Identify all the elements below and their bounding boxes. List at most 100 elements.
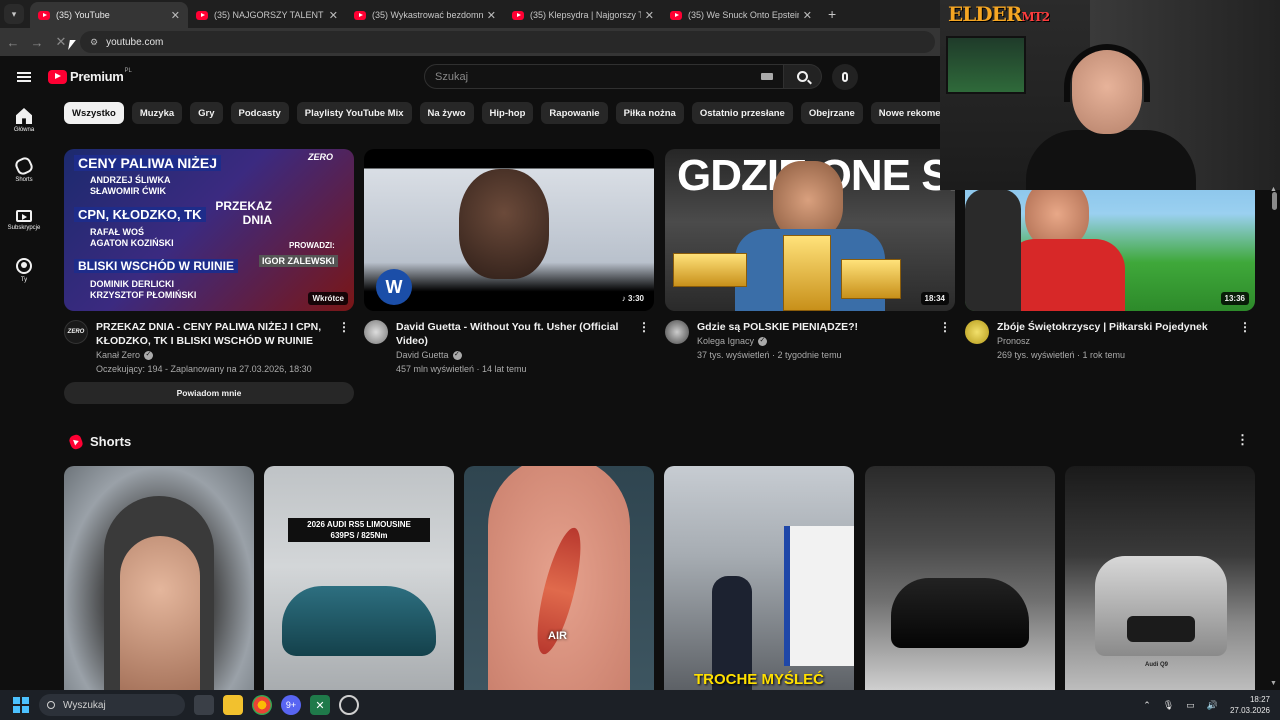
close-tab-icon[interactable]: ✕ xyxy=(803,9,812,22)
short-card[interactable] xyxy=(64,466,254,690)
video-thumbnail[interactable]: W ♪ 3:30 xyxy=(364,149,654,311)
back-arrow-icon[interactable]: ← xyxy=(2,35,24,50)
browser-tab[interactable]: (35) We Snuck Onto Epstein's Is ✕ xyxy=(662,2,820,28)
channel-avatar[interactable]: ZERO xyxy=(64,320,88,344)
car-figure xyxy=(282,586,436,656)
video-title[interactable]: PRZEKAZ DNIA - CENY PALIWA NIŻEJ I CPN, … xyxy=(96,320,332,348)
more-options-icon[interactable]: ⋮ xyxy=(1239,320,1251,334)
channel-avatar[interactable] xyxy=(364,320,388,344)
system-tray: ⌃ 🎙 ▭ 🔊 18:27 27.03.2026 xyxy=(1143,690,1270,720)
channel-name[interactable]: Kolega Ignacy xyxy=(697,336,754,346)
short-card[interactable]: Audi Q9 xyxy=(1065,466,1255,690)
shorts-more-options-icon[interactable]: ⋮ xyxy=(1236,432,1249,448)
search-button[interactable] xyxy=(784,64,822,89)
short-card[interactable]: 2026 AUDI RS5 LIMOUSINE 639PS / 825Nm xyxy=(264,466,454,690)
video-title[interactable]: Gdzie są POLSKIE PIENIĄDZE?! xyxy=(697,320,933,334)
close-tab-icon[interactable]: ✕ xyxy=(487,9,496,22)
taskbar-search[interactable]: Wyszukaj xyxy=(39,694,185,716)
channel-avatar[interactable] xyxy=(965,320,989,344)
hamburger-menu-icon[interactable] xyxy=(17,72,31,82)
video-thumbnail[interactable]: CENY PALIWA NIŻEJ ANDRZEJ ŚLIWKA SŁAWOMI… xyxy=(64,149,354,311)
short-card[interactable] xyxy=(865,466,1055,690)
shorts-icon xyxy=(13,155,35,177)
chip-music[interactable]: Muzyka xyxy=(131,102,183,124)
video-stats: 37 tys. wyświetleń · 2 tygodnie temu xyxy=(697,350,842,360)
home-icon xyxy=(16,108,32,124)
video-title[interactable]: David Guetta - Without You ft. Usher (Of… xyxy=(396,320,632,348)
close-tab-icon[interactable]: ✕ xyxy=(645,9,654,22)
windows-start-icon[interactable] xyxy=(13,697,29,713)
channel-row: Kanał Zero xyxy=(96,350,332,360)
nav-item-you[interactable]: Ty xyxy=(0,250,48,300)
video-duration: ♪ 3:30 xyxy=(617,292,648,305)
chip-new[interactable]: Nowe rekomendacje xyxy=(870,102,940,124)
chip-rap[interactable]: Rapowanie xyxy=(541,102,608,124)
forward-arrow-icon[interactable]: → xyxy=(26,35,48,50)
tab-search-button[interactable]: ▾ xyxy=(4,4,24,24)
verified-check-icon xyxy=(452,350,462,360)
chip-football[interactable]: Piłka nożna xyxy=(615,102,684,124)
video-thumbnail[interactable]: GDZIE ONE SĄ? 18:34 xyxy=(665,149,955,311)
video-title[interactable]: Zbóje Świętokrzyscy | Piłkarski Pojedyne… xyxy=(997,320,1233,334)
clock[interactable]: 18:27 27.03.2026 xyxy=(1230,694,1270,716)
video-stats: 457 mln wyświetleń · 14 lat temu xyxy=(396,364,527,374)
channel-avatar[interactable] xyxy=(665,320,689,344)
notify-me-button[interactable]: Powiadom mnie xyxy=(64,382,354,404)
chip-hiphop[interactable]: Hip-hop xyxy=(481,102,534,124)
scroll-down-arrow-icon[interactable]: ▼ xyxy=(1270,680,1277,687)
browser-tab[interactable]: (35) NAJGORSZY TALENT SHOW ✕ xyxy=(188,2,346,28)
url-field[interactable]: ⚙ youtube.com xyxy=(80,31,935,53)
task-view-icon[interactable] xyxy=(194,695,214,715)
microphone-icon[interactable]: 🎙 xyxy=(1163,700,1174,711)
scrollbar-thumb[interactable] xyxy=(1272,192,1277,210)
nav-item-shorts[interactable]: Shorts xyxy=(0,150,48,200)
video-card[interactable]: W ♪ 3:30 David Guetta - Without You ft. … xyxy=(364,149,654,374)
new-tab-button[interactable]: + xyxy=(820,6,844,28)
thumb-text: RAFAŁ WOŚ xyxy=(90,227,144,237)
chip-games[interactable]: Gry xyxy=(190,102,223,124)
thumb-text: ANDRZEJ ŚLIWKA xyxy=(90,175,171,185)
shorts-logo-icon xyxy=(67,432,85,451)
chip-podcasts[interactable]: Podcasty xyxy=(230,102,289,124)
volume-icon[interactable]: 🔊 xyxy=(1207,700,1218,711)
channel-name[interactable]: David Guetta xyxy=(396,350,449,360)
search-input[interactable]: Szukaj xyxy=(424,64,784,89)
video-card[interactable]: GDZIE ONE SĄ? 18:34 Gdzie są POLSKIE PIE… xyxy=(665,149,955,360)
chip-live[interactable]: Na żywo xyxy=(419,102,474,124)
excel-icon[interactable]: ✕ xyxy=(310,695,330,715)
discord-icon[interactable]: 9+ xyxy=(281,695,301,715)
nav-item-home[interactable]: Główna xyxy=(0,100,48,150)
video-card[interactable]: CENY PALIWA NIŻEJ ANDRZEJ ŚLIWKA SŁAWOMI… xyxy=(64,149,354,404)
chip-watched[interactable]: Obejrzane xyxy=(800,102,863,124)
browser-tab[interactable]: (35) Wykastrować bezdomność ✕ xyxy=(346,2,504,28)
chevron-up-icon[interactable]: ⌃ xyxy=(1143,700,1151,711)
youtube-premium-logo[interactable]: Premium PL xyxy=(48,68,132,84)
chip-recent[interactable]: Ostatnio przesłane xyxy=(691,102,793,124)
more-options-icon[interactable]: ⋮ xyxy=(939,320,951,334)
nav-item-subscriptions[interactable]: Subskrypcje xyxy=(0,200,48,250)
chip-mix[interactable]: Playlisty YouTube Mix xyxy=(296,102,412,124)
site-info-icon[interactable]: ⚙ xyxy=(90,37,98,48)
thumb-text: PROWADZI: xyxy=(289,241,335,250)
close-tab-icon[interactable]: ✕ xyxy=(329,9,338,22)
chip-all[interactable]: Wszystko xyxy=(64,102,124,124)
channel-name[interactable]: Pronosz xyxy=(997,336,1030,346)
voice-search-button[interactable] xyxy=(832,64,858,90)
close-tab-icon[interactable]: ✕ xyxy=(171,9,180,22)
browser-tab-youtube[interactable]: (35) YouTube ✕ xyxy=(30,2,188,28)
browser-tab[interactable]: (35) Klepsydra | Najgorszy Twór ✕ xyxy=(504,2,662,28)
chrome-icon[interactable] xyxy=(252,695,272,715)
short-card[interactable]: AIR xyxy=(464,466,654,690)
short-card[interactable]: TROCHE MYŚLEĆ xyxy=(664,466,854,690)
more-options-icon[interactable]: ⋮ xyxy=(638,320,650,334)
file-explorer-icon[interactable] xyxy=(223,695,243,715)
more-options-icon[interactable]: ⋮ xyxy=(338,320,350,334)
network-icon[interactable]: ▭ xyxy=(1186,700,1195,711)
youtube-favicon-icon xyxy=(670,10,682,20)
thumb-text: DOMINIK DERLICKI xyxy=(90,279,174,289)
subscriptions-icon xyxy=(16,210,32,222)
channel-name[interactable]: Kanał Zero xyxy=(96,350,140,360)
nav-label: Główna xyxy=(13,127,35,133)
app-icon[interactable] xyxy=(339,695,359,715)
keyboard-icon[interactable] xyxy=(761,73,773,80)
